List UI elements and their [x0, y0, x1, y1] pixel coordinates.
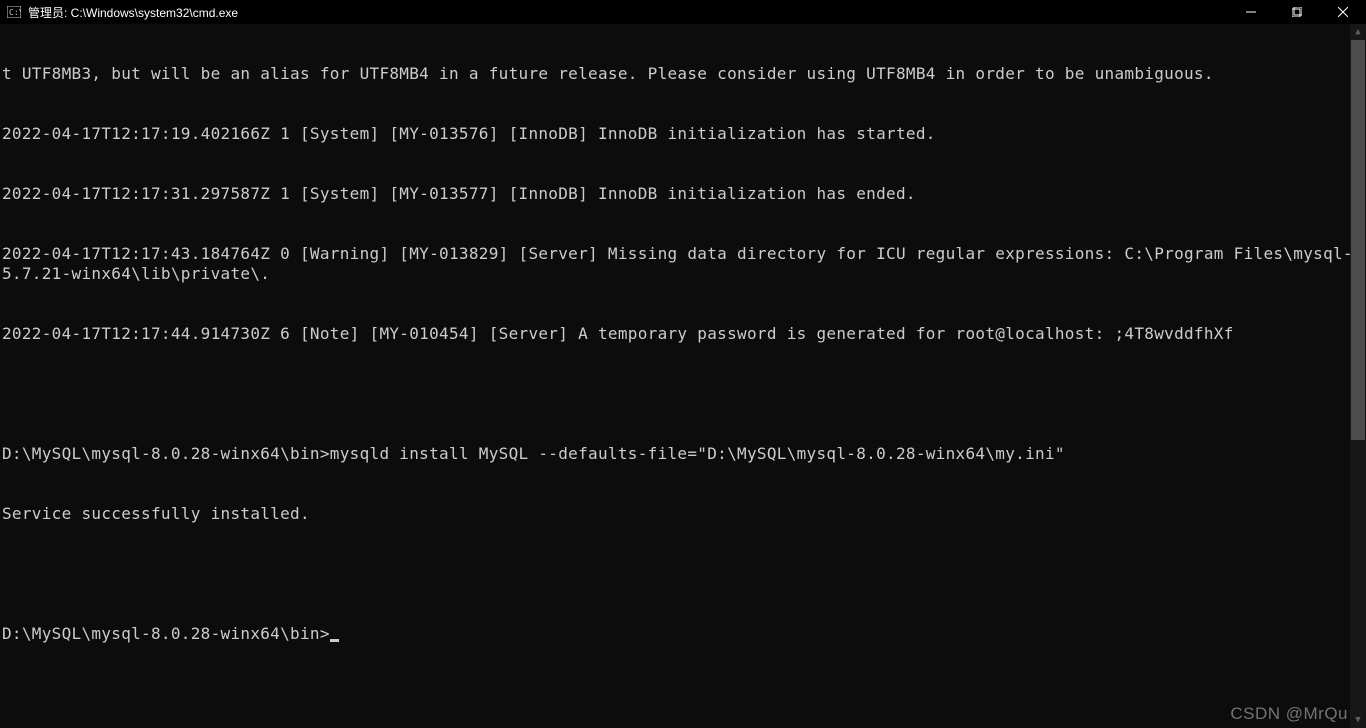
terminal-line: 2022-04-17T12:17:43.184764Z 0 [Warning] … — [2, 244, 1364, 284]
close-icon — [1338, 7, 1348, 17]
terminal-prompt-line: D:\MySQL\mysql-8.0.28-winx64\bin> — [2, 624, 1364, 644]
window-title: 管理员: C:\Windows\system32\cmd.exe — [28, 4, 1228, 21]
terminal-line: Service successfully installed. — [2, 504, 1364, 524]
terminal-prompt: D:\MySQL\mysql-8.0.28-winx64\bin> — [2, 624, 330, 643]
watermark: CSDN @MrQu — [1230, 704, 1348, 724]
terminal-line — [2, 564, 1364, 584]
titlebar[interactable]: C:\ 管理员: C:\Windows\system32\cmd.exe — [0, 0, 1366, 24]
minimize-icon — [1246, 7, 1256, 17]
terminal-line: 2022-04-17T12:17:44.914730Z 6 [Note] [MY… — [2, 324, 1364, 344]
cursor — [330, 639, 339, 642]
terminal-line: t UTF8MB3, but will be an alias for UTF8… — [2, 64, 1364, 84]
scrollbar-up-arrow[interactable]: ▲ — [1350, 24, 1366, 40]
minimize-button[interactable] — [1228, 0, 1274, 24]
terminal-line: 2022-04-17T12:17:19.402166Z 1 [System] [… — [2, 124, 1364, 144]
maximize-icon — [1292, 7, 1302, 17]
terminal-content: t UTF8MB3, but will be an alias for UTF8… — [0, 24, 1366, 684]
scrollbar-track[interactable] — [1350, 40, 1366, 712]
window-controls — [1228, 0, 1366, 24]
scrollbar-thumb[interactable] — [1351, 40, 1365, 440]
svg-text:C:\: C:\ — [9, 8, 21, 17]
scrollbar[interactable]: ▲ ▼ — [1350, 24, 1366, 728]
terminal-line: 2022-04-17T12:17:31.297587Z 1 [System] [… — [2, 184, 1364, 204]
maximize-button[interactable] — [1274, 0, 1320, 24]
cmd-icon: C:\ — [6, 4, 22, 20]
scrollbar-down-arrow[interactable]: ▼ — [1350, 712, 1366, 728]
terminal-area[interactable]: t UTF8MB3, but will be an alias for UTF8… — [0, 24, 1366, 728]
terminal-line — [2, 384, 1364, 404]
close-button[interactable] — [1320, 0, 1366, 24]
terminal-line: D:\MySQL\mysql-8.0.28-winx64\bin>mysqld … — [2, 444, 1364, 464]
